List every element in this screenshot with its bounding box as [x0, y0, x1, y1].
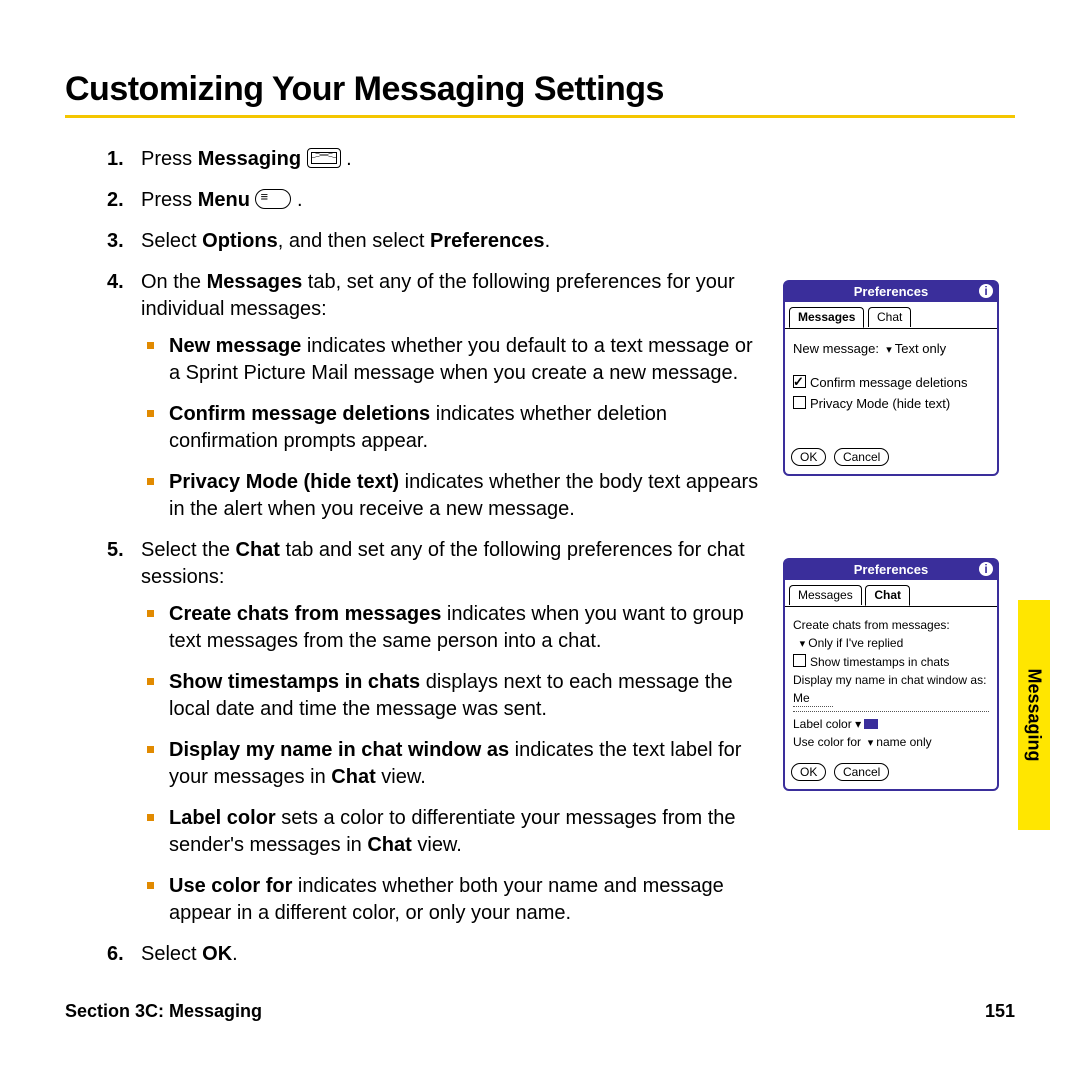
privacy-mode-checkbox[interactable] — [793, 396, 806, 409]
page-footer: Section 3C: Messaging 151 — [65, 1001, 1015, 1022]
side-tab-messaging: Messaging — [1018, 600, 1050, 830]
step-4: 4. On the Messages tab, set any of the f… — [141, 269, 765, 523]
panel-titlebar: Preferences i — [785, 560, 997, 580]
preferences-chat-panel: Preferences i Messages Chat Create chats… — [783, 558, 999, 792]
ok-button[interactable]: OK — [791, 763, 826, 781]
ok-button[interactable]: OK — [791, 448, 826, 466]
new-message-dropdown[interactable]: Text only — [886, 341, 946, 356]
label-color-dropdown[interactable]: ▾ — [855, 717, 878, 731]
footer-section: Section 3C: Messaging — [65, 1001, 262, 1021]
info-icon[interactable]: i — [979, 284, 993, 298]
preferences-messages-panel: Preferences i Messages Chat New message:… — [783, 280, 999, 476]
privacy-mode-label: Privacy Mode (hide text) — [810, 396, 950, 411]
show-timestamps-label: Show timestamps in chats — [810, 655, 949, 669]
color-swatch — [864, 719, 878, 729]
create-chats-label: Create chats from messages: — [793, 617, 989, 633]
display-name-label: Display my name in chat window as: — [793, 672, 989, 688]
use-color-for-dropdown[interactable]: name only — [868, 735, 932, 749]
step-3: 3. Select Options, and then select Prefe… — [141, 228, 765, 255]
title-rule — [65, 115, 1015, 118]
step-2: 2. Press Menu . — [141, 187, 765, 214]
label-color-label: Label color — [793, 717, 852, 731]
cancel-button[interactable]: Cancel — [834, 448, 889, 466]
menu-key-icon — [255, 189, 291, 209]
step-5: 5. Select the Chat tab and set any of th… — [141, 537, 765, 927]
panel-titlebar: Preferences i — [785, 282, 997, 302]
use-color-for-label: Use color for — [793, 735, 861, 749]
tab-messages[interactable]: Messages — [789, 307, 864, 328]
step-6: 6. Select OK. — [141, 941, 765, 968]
page-title: Customizing Your Messaging Settings — [65, 70, 1015, 109]
footer-page-number: 151 — [985, 1001, 1015, 1022]
info-icon[interactable]: i — [979, 562, 993, 576]
messaging-key-icon — [307, 148, 341, 168]
new-message-label: New message: — [793, 341, 879, 356]
cancel-button[interactable]: Cancel — [834, 763, 889, 781]
tab-chat[interactable]: Chat — [868, 307, 911, 327]
confirm-deletions-label: Confirm message deletions — [810, 375, 968, 390]
tab-chat[interactable]: Chat — [865, 585, 910, 606]
instruction-text: 1. Press Messaging . 2. Press Menu . 3. … — [65, 146, 765, 982]
confirm-deletions-checkbox[interactable] — [793, 375, 806, 388]
display-name-input[interactable]: Me — [793, 690, 833, 707]
show-timestamps-checkbox[interactable] — [793, 654, 806, 667]
step-1: 1. Press Messaging . — [141, 146, 765, 173]
tab-messages[interactable]: Messages — [789, 585, 862, 605]
create-chats-dropdown[interactable]: Only if I've replied — [800, 636, 904, 650]
